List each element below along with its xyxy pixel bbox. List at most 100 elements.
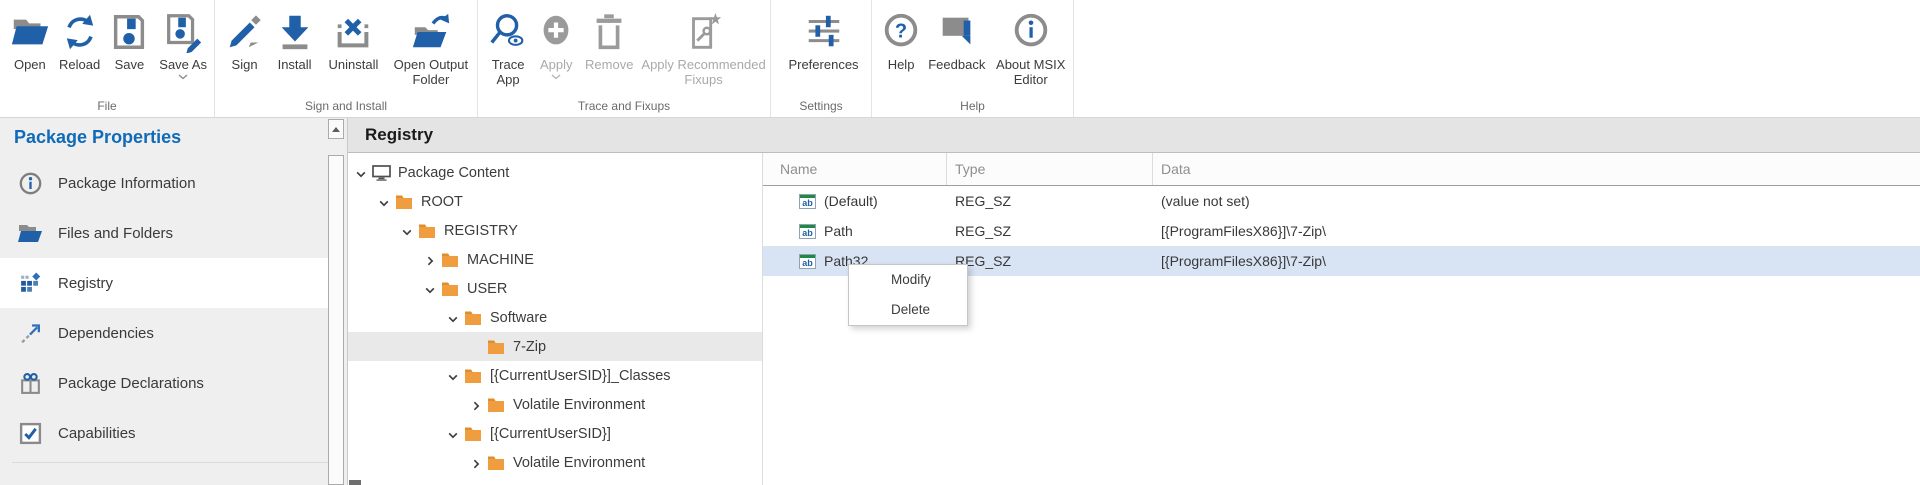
ribbon-group-help: ? Help Feedback About MSIX Editor Help bbox=[872, 0, 1074, 117]
tree-item-machine[interactable]: MACHINE bbox=[348, 245, 762, 274]
folder-icon bbox=[487, 339, 506, 354]
folder-icon bbox=[441, 281, 460, 296]
open-output-folder-button[interactable]: Open Output Folder bbox=[387, 9, 475, 87]
sidebar-item-package-information[interactable]: Package Information bbox=[0, 158, 328, 208]
svg-text:?: ? bbox=[895, 20, 907, 42]
context-menu-item-delete[interactable]: Delete bbox=[849, 295, 967, 325]
tree-item-software[interactable]: Software bbox=[348, 303, 762, 332]
chevron-expanded-icon[interactable] bbox=[378, 196, 390, 208]
column-header-data[interactable]: Data bbox=[1152, 153, 1920, 185]
apply-button-label: Apply bbox=[540, 57, 573, 72]
save-as-dropdown-chevron-icon[interactable] bbox=[178, 74, 188, 80]
chevron-expanded-icon[interactable] bbox=[447, 370, 459, 382]
remove-button[interactable]: Remove bbox=[581, 9, 637, 72]
table-row-path[interactable]: ab Path REG_SZ [{ProgramFilesX86}]\7-Zip… bbox=[763, 216, 1920, 246]
tree-item-package-content[interactable]: Package Content bbox=[348, 158, 762, 187]
apply-recommended-fixups-button[interactable]: Apply Recommended Fixups bbox=[639, 9, 768, 87]
help-button-label: Help bbox=[888, 57, 915, 72]
table-row-default[interactable]: ab (Default) REG_SZ (value not set) bbox=[763, 186, 1920, 216]
info-circle-icon bbox=[17, 171, 43, 196]
preferences-sliders-icon bbox=[803, 9, 845, 55]
registry-squares-icon bbox=[17, 271, 43, 296]
about-msix-editor-button-label: About MSIX Editor bbox=[990, 57, 1071, 87]
scrollbar-up-button[interactable] bbox=[328, 119, 344, 139]
apply-recommended-fixups-button-label: Apply Recommended Fixups bbox=[639, 57, 768, 87]
folder-icon bbox=[418, 223, 437, 238]
help-button[interactable]: ? Help bbox=[879, 9, 923, 72]
ribbon-group-file-buttons: Open Reload Save Save As bbox=[0, 0, 214, 99]
trace-app-button[interactable]: Trace App bbox=[485, 9, 531, 87]
sign-button-label: Sign bbox=[232, 57, 258, 72]
apply-button[interactable]: Apply bbox=[533, 9, 579, 80]
sidebar-item-registry[interactable]: Registry bbox=[0, 258, 328, 308]
chevron-expanded-icon[interactable] bbox=[447, 312, 459, 324]
sidebar-item-capabilities[interactable]: Capabilities bbox=[0, 408, 328, 458]
tree-horizontal-scrollbar-partial[interactable] bbox=[349, 480, 361, 485]
computer-icon bbox=[372, 165, 391, 181]
feedback-button[interactable]: Feedback bbox=[925, 9, 988, 72]
column-header-name[interactable]: Name bbox=[763, 153, 946, 185]
reload-button[interactable]: Reload bbox=[55, 9, 105, 72]
preferences-button[interactable]: Preferences bbox=[780, 9, 868, 72]
msix-editor-window: { "ribbon": { "groups": [ { "label": "Fi… bbox=[0, 0, 1920, 485]
sidebar-item-files-and-folders[interactable]: Files and Folders bbox=[0, 208, 328, 258]
sidebar-item-dependencies[interactable]: Dependencies bbox=[0, 308, 328, 358]
checkbox-icon bbox=[17, 421, 43, 446]
sign-button[interactable]: Sign bbox=[222, 9, 267, 72]
folder-icon bbox=[464, 368, 483, 383]
sidebar-scrollbar[interactable] bbox=[328, 118, 345, 485]
tree-item-currentusersid-classes[interactable]: [{CurrentUserSID}]_Classes bbox=[348, 361, 762, 390]
reg-sz-ab-letters: ab bbox=[802, 228, 813, 238]
feedback-bubble-icon bbox=[936, 9, 978, 55]
tree-item-volatile-environment-1[interactable]: Volatile Environment bbox=[348, 390, 762, 419]
tree-item-label: USER bbox=[467, 281, 507, 297]
chevron-collapsed-icon[interactable] bbox=[470, 457, 482, 469]
open-output-folder-button-label: Open Output Folder bbox=[387, 57, 475, 87]
value-data: (value not set) bbox=[1152, 193, 1920, 209]
chevron-expanded-icon[interactable] bbox=[447, 428, 459, 440]
tree-item-currentusersid[interactable]: [{CurrentUserSID}] bbox=[348, 419, 762, 448]
install-button[interactable]: Install bbox=[269, 9, 320, 72]
apply-dropdown-chevron-icon[interactable] bbox=[551, 74, 561, 80]
trace-app-magnifier-icon bbox=[487, 9, 529, 55]
sidebar-item-label: Files and Folders bbox=[58, 225, 173, 242]
table-header-row: Name Type Data bbox=[763, 153, 1920, 186]
uninstall-button[interactable]: Uninstall bbox=[322, 9, 385, 72]
tree-item-root[interactable]: ROOT bbox=[348, 187, 762, 216]
tree-item-label: 7-Zip bbox=[513, 339, 546, 355]
save-as-button[interactable]: Save As bbox=[154, 9, 212, 80]
chevron-collapsed-icon[interactable] bbox=[424, 254, 436, 266]
preferences-button-label: Preferences bbox=[788, 57, 858, 72]
remove-trash-icon bbox=[588, 9, 630, 55]
registry-tree: Package Content ROOT REGISTRY MACHINE bbox=[348, 153, 762, 485]
install-button-label: Install bbox=[278, 57, 312, 72]
sidebar-item-package-declarations[interactable]: Package Declarations bbox=[0, 358, 328, 408]
install-arrow-icon bbox=[274, 9, 316, 55]
tree-item-label: [{CurrentUserSID}] bbox=[490, 426, 611, 442]
sidebar-header: Package Properties bbox=[0, 118, 347, 158]
tree-item-label: REGISTRY bbox=[444, 223, 518, 239]
chevron-expanded-icon[interactable] bbox=[424, 283, 436, 295]
context-menu-item-modify[interactable]: Modify bbox=[849, 265, 967, 295]
save-button[interactable]: Save bbox=[107, 9, 153, 72]
ribbon-group-help-label: Help bbox=[872, 99, 1073, 117]
chevron-expanded-icon[interactable] bbox=[401, 225, 413, 237]
open-button[interactable]: Open bbox=[7, 9, 53, 72]
sidebar-item-label: Package Information bbox=[58, 175, 196, 192]
open-button-label: Open bbox=[14, 57, 46, 72]
chevron-placeholder bbox=[470, 341, 482, 353]
tree-item-user[interactable]: USER bbox=[348, 274, 762, 303]
chevron-expanded-icon[interactable] bbox=[355, 167, 367, 179]
tree-item-volatile-environment-2[interactable]: Volatile Environment bbox=[348, 448, 762, 477]
sidebar-item-label: Registry bbox=[58, 275, 113, 292]
chevron-collapsed-icon[interactable] bbox=[470, 399, 482, 411]
help-question-icon: ? bbox=[880, 9, 922, 55]
column-header-type[interactable]: Type bbox=[946, 153, 1152, 185]
scrollbar-thumb[interactable] bbox=[328, 155, 344, 485]
folder-icon bbox=[395, 194, 414, 209]
about-msix-editor-button[interactable]: About MSIX Editor bbox=[990, 9, 1071, 87]
tree-item-registry[interactable]: REGISTRY bbox=[348, 216, 762, 245]
save-icon bbox=[108, 9, 150, 55]
save-button-label: Save bbox=[115, 57, 145, 72]
tree-item-7-zip[interactable]: 7-Zip bbox=[348, 332, 762, 361]
